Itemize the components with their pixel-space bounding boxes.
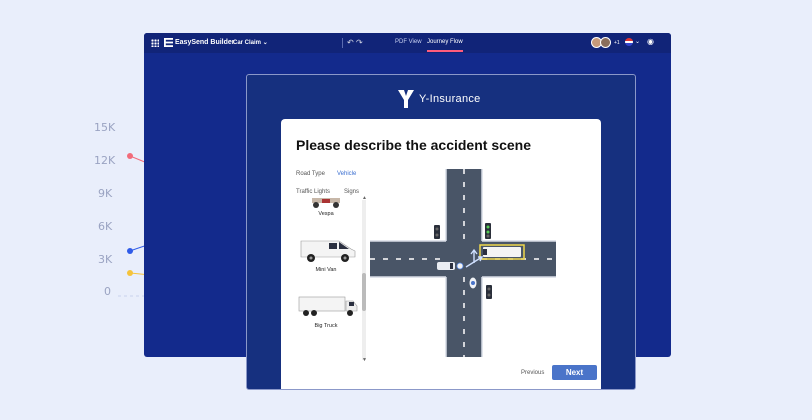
tab-pdf-view[interactable]: PDF View xyxy=(395,39,422,45)
vehicle-label-mini-van: Mini Van xyxy=(315,267,337,273)
preview-eye-icon[interactable]: ◉ xyxy=(647,37,654,46)
apps-grid-icon[interactable] xyxy=(151,39,159,47)
brand-name: Y-Insurance xyxy=(419,93,481,105)
scroll-down-icon[interactable]: ▼ xyxy=(362,357,366,363)
next-button[interactable]: Next xyxy=(552,365,597,380)
easysend-logo-icon xyxy=(164,38,173,47)
placed-car[interactable] xyxy=(437,262,464,270)
document-select-label: Car Claim xyxy=(233,40,262,46)
avatar[interactable] xyxy=(600,37,611,48)
vespa-vehicle[interactable] xyxy=(308,198,344,208)
avatar-count: +1 xyxy=(614,40,620,46)
chart-point-yellow-start xyxy=(127,270,133,276)
tab-vehicle[interactable]: Vehicle xyxy=(337,171,356,177)
toolbar-divider xyxy=(342,38,343,48)
y-tick-label: 9K xyxy=(98,187,113,200)
chart-point-blue-start xyxy=(127,248,133,254)
language-flag-icon[interactable] xyxy=(625,38,633,46)
y-tick-label: 6K xyxy=(98,220,113,233)
big-truck-vehicle[interactable] xyxy=(298,295,358,317)
y-tick-label: 0 xyxy=(104,285,111,298)
chart-point-red-start xyxy=(127,153,133,159)
accident-scene-canvas[interactable] xyxy=(370,169,556,357)
traffic-light[interactable] xyxy=(434,225,440,239)
mini-van-vehicle[interactable] xyxy=(299,235,357,263)
previous-button[interactable]: Previous xyxy=(521,370,544,376)
vehicle-label-vespa: Vespa xyxy=(318,211,334,217)
active-tab-indicator xyxy=(427,50,463,52)
builder-topbar: EasySend Builder Car Claim ⌄ ↶ ↷ PDF Vie… xyxy=(144,33,671,53)
scroll-up-icon[interactable]: ▲ xyxy=(362,195,366,201)
redo-icon[interactable]: ↷ xyxy=(356,38,363,47)
accident-scene-card: Please describe the accident scene Road … xyxy=(281,119,601,389)
chevron-down-icon: ⌄ xyxy=(262,40,268,46)
placed-motorbike[interactable] xyxy=(469,277,477,289)
chevron-down-icon[interactable]: ⌄ xyxy=(635,38,640,45)
y-tick-label: 3K xyxy=(98,253,113,266)
traffic-light[interactable] xyxy=(485,223,491,239)
traffic-light[interactable] xyxy=(486,285,492,299)
insurance-preview-window: Y-Insurance Please describe the accident… xyxy=(246,74,636,390)
page-title: Please describe the accident scene xyxy=(296,137,532,153)
app-name: EasySend Builder xyxy=(175,38,235,46)
undo-icon[interactable]: ↶ xyxy=(347,38,354,47)
y-tick-label: 15K xyxy=(94,121,116,134)
tab-journey-flow[interactable]: Journey Flow xyxy=(427,39,463,45)
vehicle-palette: Vespa Mini Van Big Truck ▲ ▼ xyxy=(296,195,366,365)
y-insurance-logo-icon xyxy=(398,90,414,108)
placed-mini-van[interactable] xyxy=(483,247,521,257)
document-select[interactable]: Car Claim ⌄ xyxy=(233,39,268,46)
vehicle-label-big-truck: Big Truck xyxy=(314,323,338,329)
tab-road-type[interactable]: Road Type xyxy=(296,171,325,177)
y-tick-label: 12K xyxy=(94,154,116,167)
palette-scrollbar-thumb[interactable] xyxy=(362,273,366,311)
